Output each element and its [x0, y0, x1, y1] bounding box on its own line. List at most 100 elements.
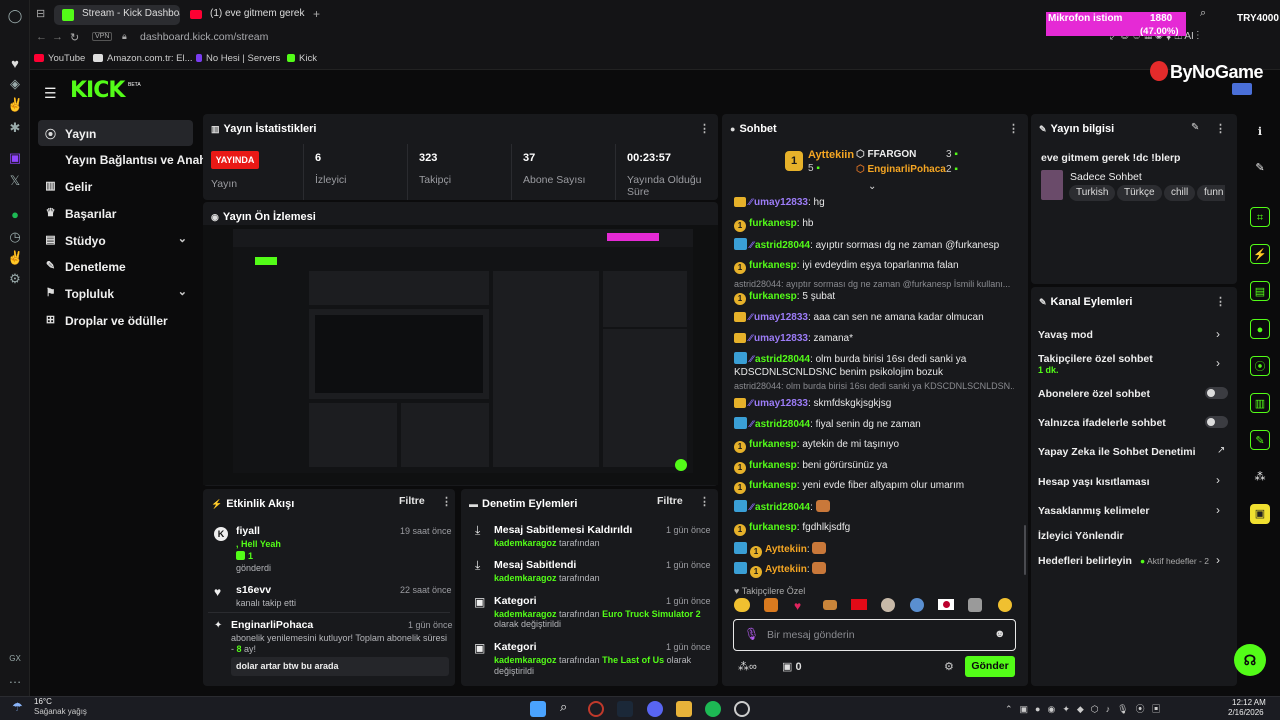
extension-icon[interactable]: ✌ — [7, 97, 23, 113]
mod-user[interactable]: kademkaragoz — [494, 538, 557, 548]
chat-username[interactable]: astrid28044 — [755, 240, 810, 251]
chat-tools-icon[interactable]: ⁂∞ — [738, 660, 757, 673]
event-username[interactable]: EnginarliPohaca — [231, 619, 313, 631]
chat-input[interactable]: 🎙︎ Bir mesaj gönderin ☻ — [733, 619, 1016, 651]
reply-context[interactable]: astrid28044: olm burda birisi 16sı dedi … — [734, 381, 1014, 391]
top-gifter-1-name[interactable]: Ayttekiin — [808, 149, 854, 161]
chat-username[interactable]: furkanesp — [749, 522, 797, 533]
history-icon[interactable]: ◷ — [7, 229, 23, 245]
chat-username[interactable]: umay12833 — [754, 333, 808, 344]
chevron-right-icon[interactable]: › — [1216, 327, 1220, 341]
broadcast-icon[interactable]: ⦿ — [1250, 356, 1270, 376]
twitch-icon[interactable]: ▣ — [7, 150, 23, 166]
action-followers-only[interactable]: Takipçilere özel sohbet — [1038, 353, 1153, 365]
chevron-right-icon[interactable]: › — [1216, 356, 1220, 370]
opera-gx-icon[interactable] — [588, 701, 604, 717]
moderation-filter-button[interactable]: Filtre — [657, 495, 683, 507]
heart-emote-icon[interactable]: ♥ — [794, 599, 801, 613]
tab-menu-icon[interactable]: ⊟ — [36, 7, 45, 20]
chat-username[interactable]: furkanesp — [749, 260, 797, 271]
system-tray-icons[interactable]: ⌃▣●◉✦◆⬡♪🎙︎⦿▣ — [1005, 702, 1168, 715]
chat-message[interactable]: 1 furkanesp: 5 şubat — [734, 290, 1016, 305]
more-options-icon[interactable]: ⋮ — [1215, 122, 1226, 135]
tag-pill[interactable]: funn — [1197, 185, 1225, 201]
chat-username[interactable]: furkanesp — [749, 480, 797, 491]
emote-icon[interactable] — [734, 598, 750, 612]
wrench-icon[interactable]: ✎ — [1250, 430, 1270, 450]
reply-context[interactable]: astrid28044: ayıptır sorması dg ne zaman… — [734, 279, 1014, 289]
more-options-icon[interactable]: ⋮ — [1008, 122, 1019, 135]
chat-message[interactable]: ⁄⁄ umay12833: hg — [734, 196, 1016, 209]
chat-message[interactable]: 1 furkanesp: beni görürsünüz ya — [734, 459, 1016, 474]
forward-icon[interactable]: → — [52, 31, 63, 43]
weather-icon[interactable]: ☂ — [12, 700, 23, 714]
top-gifter-3-name[interactable]: ⬡ EnginarliPohaca — [856, 164, 946, 175]
new-tab-icon[interactable]: + — [313, 7, 320, 21]
chevron-right-icon[interactable]: › — [1216, 473, 1220, 487]
emote-icon[interactable] — [968, 598, 982, 612]
nav-topluluk[interactable]: ⚑ Topluluk ⌄ — [38, 280, 193, 306]
chat-username[interactable]: astrid28044 — [755, 502, 810, 513]
chat-message[interactable]: ⁄⁄ astrid28044: ayıptır sorması dg ne zam… — [734, 238, 1016, 252]
nav-droplar[interactable]: ⊞ Droplar ve ödüller — [38, 307, 193, 333]
mod-user[interactable]: kademkaragoz — [494, 609, 557, 619]
nav-denetleme[interactable]: ✎ Denetleme — [38, 253, 193, 279]
event-username[interactable]: s16evv — [236, 584, 271, 596]
bookmark-kick[interactable]: Kick — [287, 53, 317, 64]
support-fab-icon[interactable]: ☊ — [1234, 644, 1266, 676]
tab-kick-dashboard[interactable]: Stream - Kick Dashboard — [54, 5, 180, 25]
chat-message[interactable]: ⁄⁄ astrid28044: fiyal senin dg ne zaman — [734, 417, 1016, 431]
chat-message[interactable]: ⁄⁄ astrid28044: olm burda birisi 16sı ded… — [734, 352, 1016, 379]
chat-username[interactable]: Ayttekiin — [765, 564, 807, 575]
chevron-right-icon[interactable]: › — [1216, 503, 1220, 517]
bolt-icon[interactable]: ⚡ — [1250, 244, 1270, 264]
subs-only-toggle[interactable] — [1205, 387, 1228, 399]
extension-icon[interactable]: ▣ — [1250, 504, 1270, 524]
chat-message[interactable]: ⁄⁄ umay12833: zamana* — [734, 332, 1016, 345]
nav-yayin[interactable]: ⦿ Yayın — [38, 120, 193, 146]
stream-preview-video[interactable] — [203, 225, 718, 485]
spotify-icon[interactable] — [705, 701, 721, 717]
weather-temp[interactable]: 16°C — [34, 697, 52, 706]
gx-icon[interactable]: GX — [7, 651, 23, 667]
event-username[interactable]: fiyall — [236, 525, 260, 537]
search-icon[interactable]: ⌕ — [560, 699, 567, 715]
chat-username[interactable]: umay12833 — [754, 312, 808, 323]
microphone-icon[interactable]: 🎙︎ — [744, 627, 759, 641]
info-icon[interactable]: ℹ — [1250, 122, 1270, 142]
chat-username[interactable]: Ayttekiin — [765, 544, 807, 555]
reload-icon[interactable]: ↻ — [70, 31, 79, 44]
nav-stream-key[interactable]: Yayın Bağlantısı ve Anahtarı — [38, 146, 225, 172]
action-account-age[interactable]: Hesap yaşı kısıtlaması — [1038, 476, 1150, 488]
chat-scrollbar[interactable] — [1024, 525, 1026, 575]
chat-message[interactable]: 1 furkanesp: hb — [734, 217, 1016, 232]
chat-settings-icon[interactable]: ⚙ — [944, 660, 954, 673]
document-icon[interactable]: ▤ — [1250, 281, 1270, 301]
url-field[interactable]: dashboard.kick.com/stream — [140, 31, 268, 43]
x-icon[interactable]: 𝕏 — [7, 173, 23, 189]
action-raid[interactable]: İzleyici Yönlendir — [1038, 530, 1124, 542]
emoji-picker-icon[interactable]: ☻ — [994, 628, 1006, 640]
action-ai-moderation[interactable]: Yapay Zeka ile Sohbet Denetimi — [1038, 446, 1196, 458]
emote-icon[interactable] — [910, 598, 924, 612]
kick-logo[interactable]: KICK — [70, 78, 125, 103]
emote-icon[interactable] — [764, 598, 778, 612]
activity-filter-button[interactable]: Filtre — [399, 495, 425, 507]
more-options-icon[interactable]: ⋮ — [1215, 295, 1226, 308]
tag-pill[interactable]: Turkish — [1069, 185, 1116, 201]
chat-message[interactable]: ⁄⁄ umay12833: aaa can sen ne amana kadar … — [734, 311, 1016, 324]
more-options-icon[interactable]: ⋮ — [699, 122, 710, 135]
chat-message[interactable]: 1 furkanesp: yeni evde fiber altyapım olu… — [734, 479, 1016, 494]
chat-username[interactable]: furkanesp — [749, 218, 797, 229]
nav-studyo[interactable]: ▤ Stüdyo ⌄ — [38, 227, 193, 253]
pencil-icon[interactable]: ✎ — [1250, 158, 1270, 178]
emote-only-toggle[interactable] — [1205, 416, 1228, 428]
layout-icon[interactable]: ▥ — [1250, 393, 1270, 413]
action-goals[interactable]: Hedefleri belirleyin — [1038, 555, 1132, 567]
weather-text[interactable]: Sağanak yağış — [34, 707, 87, 716]
mod-user[interactable]: kademkaragoz — [494, 655, 557, 665]
bookmark-nohesi[interactable]: No Hesi | Servers — [196, 53, 280, 64]
emote-icon[interactable] — [823, 600, 837, 610]
nav-basarilar[interactable]: ♛ Başarılar — [38, 200, 193, 226]
capture-icon[interactable]: ⌗ — [1250, 207, 1270, 227]
